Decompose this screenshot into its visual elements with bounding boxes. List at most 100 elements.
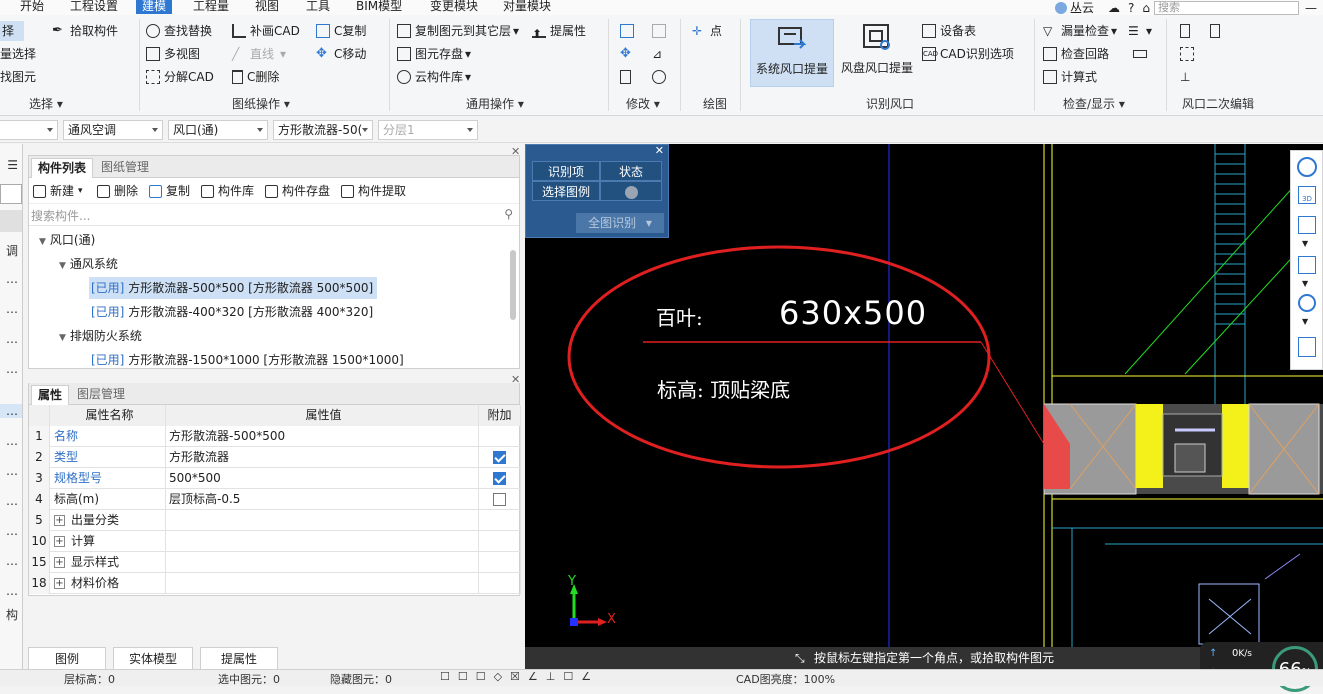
menu-tools[interactable]: 工具 — [300, 0, 336, 14]
property-row[interactable]: 18 + 材料价格 — [29, 573, 521, 594]
equipment-table-button[interactable]: 设备表 — [922, 21, 976, 41]
keyboard-icon[interactable] — [1133, 44, 1151, 64]
menu-start[interactable]: 开始 — [14, 0, 50, 14]
point-button[interactable]: ✛ 点 — [692, 21, 722, 41]
nav-item-component[interactable]: 构 — [0, 606, 22, 623]
coil-outlet-button[interactable]: 风盘风口提量 — [836, 19, 918, 87]
cloud-icon[interactable]: ☁ — [1108, 1, 1120, 15]
full-identify-button[interactable]: 全图识别 ▾ — [576, 213, 664, 233]
expand-icon[interactable]: + — [54, 515, 65, 526]
expand-icon[interactable]: + — [54, 578, 65, 589]
tree-group-smoke-exhaust[interactable]: ▼ 排烟防火系统 — [59, 325, 142, 347]
delete-element-icon[interactable] — [620, 67, 635, 87]
tree-item-diffuser-400[interactable]: [已用] 方形散流器-400*320 [方形散流器 400*320] — [89, 301, 373, 323]
menu-modeling[interactable]: 建模 — [136, 0, 173, 14]
nav-item-hvac[interactable]: 调 — [0, 242, 22, 259]
floor-select[interactable] — [0, 120, 58, 140]
patch-cad-button[interactable]: 补画CAD — [232, 21, 300, 41]
copy-to-layer-button[interactable]: 复制图元到其它层 ▾ — [397, 21, 519, 41]
expand-icon[interactable]: + — [54, 536, 65, 547]
property-value[interactable] — [166, 510, 479, 531]
help-icon[interactable]: ? — [1128, 1, 1134, 15]
paste-icon[interactable] — [652, 21, 670, 41]
user-avatar-icon[interactable] — [1054, 1, 1067, 14]
box-view-icon[interactable] — [1298, 256, 1316, 274]
copy-element-icon[interactable] — [620, 21, 638, 41]
tree-item-diffuser-1500[interactable]: [已用] 方形散流器-1500*1000 [方形散流器 1500*1000] — [89, 349, 404, 369]
property-row[interactable]: 5 + 出量分类 — [29, 510, 521, 531]
move-element-icon[interactable]: ✥ — [620, 44, 638, 64]
menu-quantity[interactable]: 工程量 — [187, 0, 235, 14]
property-value[interactable]: 500*500 — [166, 468, 479, 489]
tab-properties[interactable]: 属性 — [31, 385, 70, 405]
3d-view-icon[interactable]: 3D — [1298, 186, 1316, 204]
menu-reconcile-module[interactable]: 对量模块 — [497, 0, 557, 14]
layer-select[interactable]: 分层1 — [378, 120, 478, 140]
find-element-button[interactable]: 找图元 — [0, 67, 36, 87]
check-loop-button[interactable]: 检查回路 — [1043, 44, 1109, 64]
component-type-select[interactable]: 风口(通) — [168, 120, 268, 140]
property-row[interactable]: 15 + 显示样式 — [29, 552, 521, 573]
property-row[interactable]: 4 标高(m) 层顶标高-0.5 — [29, 489, 521, 510]
cad-options-button[interactable]: CAD CAD识别选项 — [922, 44, 1014, 64]
split-icon[interactable] — [1180, 21, 1194, 41]
attach-checkbox[interactable] — [493, 451, 506, 464]
c-copy-button[interactable]: C复制 — [316, 21, 366, 41]
line-button[interactable]: ╱ 直线 ▾ — [232, 44, 286, 64]
property-value[interactable]: 方形散流器-500*500 — [166, 426, 479, 447]
property-row[interactable]: 1 名称 方形散流器-500*500 — [29, 426, 521, 447]
cloud-library-button[interactable]: 云构件库 ▾ — [397, 67, 471, 87]
identify-panel-close-icon[interactable]: ✕ — [655, 144, 664, 157]
component-search-input[interactable]: 搜索构件... ⚲ — [29, 204, 519, 226]
properties-view-icon[interactable] — [1298, 337, 1316, 357]
delete-component-button[interactable]: 删除 — [97, 182, 138, 200]
new-component-button[interactable]: 新建 ▾ — [33, 182, 83, 200]
property-value[interactable] — [166, 531, 479, 552]
nav-box[interactable] — [0, 184, 22, 204]
attach-checkbox[interactable] — [493, 472, 506, 485]
merge-icon[interactable] — [1210, 21, 1224, 41]
status-toggle-icons[interactable]: ☐☐☐◇☒∠⊥☐∠ — [440, 670, 599, 683]
tree-group-ventilation[interactable]: ▼ 通风系统 — [59, 253, 118, 275]
global-search-input[interactable]: 搜索 — [1154, 0, 1299, 15]
property-value[interactable]: 层顶标高-0.5 — [166, 489, 479, 510]
identify-row-legend[interactable]: 选择图例 — [532, 181, 600, 201]
leak-check-button[interactable]: ▽ 漏量检查 ▾ — [1043, 21, 1117, 41]
property-value[interactable] — [166, 552, 479, 573]
frame-icon[interactable] — [1180, 44, 1198, 64]
property-value[interactable]: 方形散流器 — [166, 447, 479, 468]
menu-project-settings[interactable]: 工程设置 — [64, 0, 124, 14]
select-button[interactable]: 择 — [0, 21, 24, 41]
collapse-icon[interactable]: ☰ — [0, 158, 22, 172]
list-options-icon[interactable]: ☰ ▾ — [1128, 21, 1152, 41]
mirror-icon[interactable]: ⊿ — [652, 44, 670, 64]
rotate-view-icon[interactable] — [1298, 294, 1316, 312]
tab-drawing-management[interactable]: 图纸管理 — [95, 158, 155, 178]
tree-item-diffuser-500[interactable]: [已用] 方形散流器-500*500 [方形散流器 500*500] — [89, 277, 378, 299]
copy-component-button[interactable]: 复制 — [149, 182, 190, 200]
discipline-select[interactable]: 通风空调 — [63, 120, 163, 140]
menu-bim-model[interactable]: BIM模型 — [350, 0, 408, 14]
pick-component-button[interactable]: ✒ 拾取构件 — [52, 21, 118, 41]
multi-view-button[interactable]: 多视图 — [146, 44, 200, 64]
decompose-cad-button[interactable]: 分解CAD — [146, 67, 214, 87]
batch-select-button[interactable]: 量选择 — [0, 44, 36, 64]
component-save-button[interactable]: 构件存盘 — [265, 182, 330, 200]
property-row[interactable]: 2 类型 方形散流器 — [29, 447, 521, 468]
attach-checkbox[interactable] — [493, 493, 506, 506]
tree-root[interactable]: ▼ 风口(通) — [39, 229, 95, 251]
component-extract-button[interactable]: 构件提取 — [341, 182, 406, 200]
component-library-button[interactable]: 构件库 — [201, 182, 254, 200]
find-replace-button[interactable]: 查找替换 — [146, 21, 212, 41]
c-move-button[interactable]: ✥ C移动 — [316, 44, 366, 64]
property-row[interactable]: 3 规格型号 500*500 — [29, 468, 521, 489]
extract-attr-button[interactable]: ⬆ 提属性 — [532, 21, 586, 41]
tab-component-list[interactable]: 构件列表 — [31, 158, 94, 178]
cube-view-icon[interactable] — [1298, 216, 1316, 234]
expand-icon[interactable]: + — [54, 557, 65, 568]
c-delete-button[interactable]: C删除 — [232, 67, 279, 87]
tab-layer-management[interactable]: 图层管理 — [71, 385, 131, 405]
rotate-icon[interactable] — [652, 67, 670, 87]
menu-view[interactable]: 视图 — [249, 0, 285, 14]
component-select[interactable]: 方形散流器-50( — [273, 120, 373, 140]
